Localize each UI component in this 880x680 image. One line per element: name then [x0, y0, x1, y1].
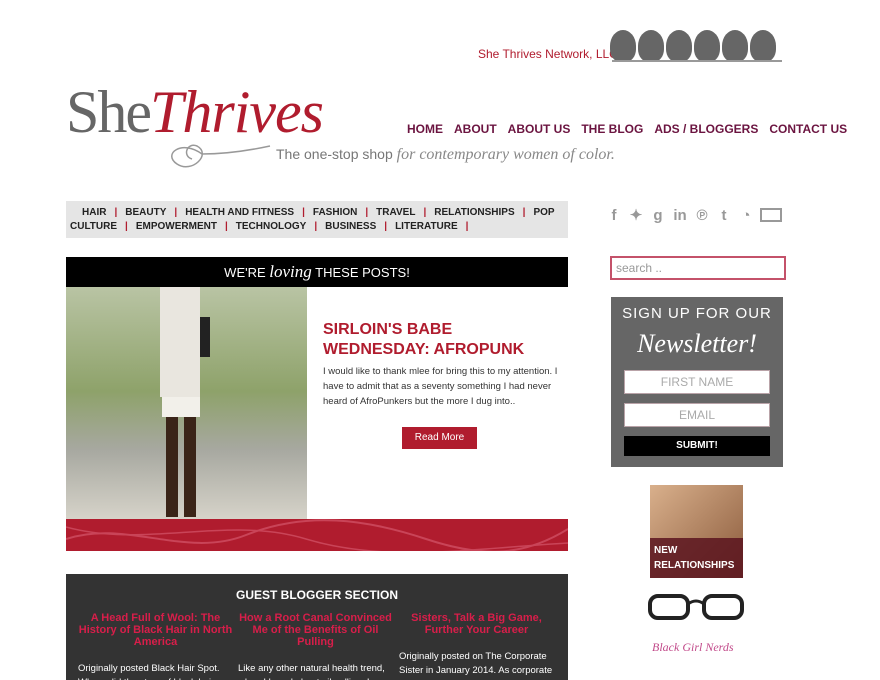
tagline-plain: The one-stop shop: [276, 146, 393, 162]
social-icons: f ✦ g in ℗ t ◔: [606, 206, 782, 224]
category-empowerment[interactable]: EMPOWERMENT: [136, 221, 217, 232]
nav-contact-us[interactable]: CONTACT US: [769, 122, 847, 136]
newsletter-script: Newsletter!: [637, 329, 757, 358]
guest-section-title: GUEST BLOGGER SECTION: [235, 588, 398, 602]
category-travel[interactable]: TRAVEL: [376, 207, 415, 218]
silhouette-icon: [638, 30, 664, 62]
logo-she: She: [66, 79, 152, 145]
google-plus-icon[interactable]: g: [650, 207, 666, 224]
featured-ornament-band: [66, 519, 568, 551]
silhouette-icon: [750, 30, 776, 62]
network-silhouettes-logo[interactable]: [610, 28, 784, 62]
black-girl-nerds-link[interactable]: Black Girl Nerds: [652, 640, 734, 655]
pinterest-icon[interactable]: ℗: [694, 207, 710, 224]
linkedin-icon[interactable]: in: [672, 207, 688, 224]
nav-home[interactable]: HOME: [407, 122, 443, 136]
category-nav: HAIR | BEAUTY | HEALTH AND FITNESS | FASHION | T…: [66, 201, 568, 238]
silhouette-underline: [612, 60, 782, 62]
silhouette-icon: [610, 30, 636, 62]
featured-post-title[interactable]: SIRLOIN'S BABE WEDNESDAY: AFROPUNK: [323, 320, 563, 360]
swirl-ornament-icon: [171, 144, 271, 168]
guest-post-excerpt: Like any other natural health trend, whe…: [238, 663, 389, 680]
category-literature[interactable]: LITERATURE: [395, 221, 458, 232]
search-input[interactable]: search ..: [610, 256, 786, 280]
guest-post-title[interactable]: A Head Full of Wool: The History of Blac…: [78, 612, 233, 648]
tagline: The one-stop shop for contemporary women…: [276, 146, 615, 164]
featured-post-image[interactable]: [66, 287, 307, 519]
featured-post-excerpt: I would like to thank mlee for bring thi…: [323, 366, 558, 407]
silhouette-icon: [722, 30, 748, 62]
category-relationships[interactable]: RELATIONSHIPS: [434, 207, 514, 218]
glasses-icon[interactable]: [648, 592, 744, 622]
guest-post: A Head Full of Wool: The History of Blac…: [78, 612, 233, 680]
category-technology[interactable]: TECHNOLOGY: [236, 221, 307, 232]
silhouette-icon: [694, 30, 720, 62]
banner-suffix: THESE POSTS!: [315, 265, 410, 280]
tumblr-icon[interactable]: t: [716, 207, 732, 224]
featured-banner: WE'RE loving THESE POSTS!: [66, 257, 568, 287]
silhouette-icon: [666, 30, 692, 62]
guest-post-excerpt: Originally posted Black Hair Spot. Where…: [78, 663, 220, 680]
mail-icon[interactable]: [760, 208, 782, 222]
twitter-icon[interactable]: ✦: [628, 206, 644, 224]
category-health-and-fitness[interactable]: HEALTH AND FITNESS: [185, 207, 294, 218]
facebook-icon[interactable]: f: [606, 207, 622, 224]
newsletter-title: SIGN UP FOR OUR: [622, 305, 772, 322]
network-link[interactable]: She Thrives Network, LLC: [478, 47, 618, 61]
submit-button[interactable]: SUBMIT!: [624, 436, 770, 456]
nav-about-us[interactable]: ABOUT US: [508, 122, 571, 136]
category-hair[interactable]: HAIR: [82, 207, 106, 218]
nav-the-blog[interactable]: THE BLOG: [581, 122, 643, 136]
category-business[interactable]: BUSINESS: [325, 221, 376, 232]
nav-ads-bloggers[interactable]: ADS / BLOGGERS: [654, 122, 758, 136]
ad-label: NEW RELATIONSHIPS: [650, 538, 743, 578]
guest-post: Sisters, Talk a Big Game, Further Your C…: [399, 612, 554, 678]
read-more-button[interactable]: Read More: [402, 427, 477, 449]
first-name-field[interactable]: FIRST NAME: [624, 370, 770, 394]
guest-post-title[interactable]: How a Root Canal Convinced Me of the Ben…: [238, 612, 393, 648]
guest-blogger-section: GUEST BLOGGER SECTION A Head Full of Woo…: [66, 574, 568, 680]
person-figure: [160, 287, 210, 517]
guest-post-title[interactable]: Sisters, Talk a Big Game, Further Your C…: [399, 612, 554, 636]
banner-script: loving: [269, 262, 312, 281]
email-field[interactable]: EMAIL: [624, 403, 770, 427]
banner-prefix: WE'RE: [224, 265, 266, 280]
newsletter-signup: SIGN UP FOR OUR Newsletter! FIRST NAME E…: [611, 297, 783, 467]
tagline-script: for contemporary women of color.: [396, 146, 615, 163]
guest-post-excerpt: Originally posted on The Corporate Siste…: [399, 651, 553, 676]
nav-about[interactable]: ABOUT: [454, 122, 497, 136]
main-nav: HOME ABOUT ABOUT US THE BLOG ADS / BLOGG…: [407, 122, 847, 136]
rss-icon[interactable]: ◔: [738, 207, 754, 224]
category-beauty[interactable]: BEAUTY: [125, 207, 166, 218]
category-fashion[interactable]: FASHION: [313, 207, 357, 218]
guest-post: How a Root Canal Convinced Me of the Ben…: [238, 612, 393, 680]
new-relationships-ad[interactable]: NEW RELATIONSHIPS: [650, 485, 743, 578]
